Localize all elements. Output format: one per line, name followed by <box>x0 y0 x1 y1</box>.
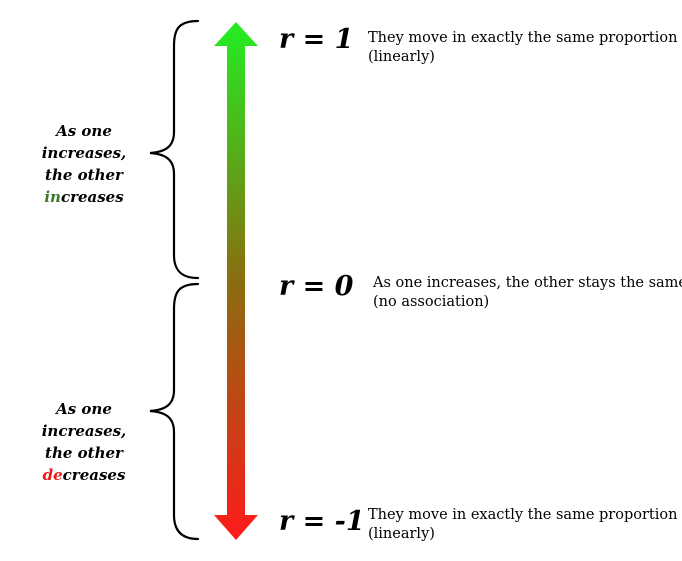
r-negative-one-label: r = -1 <box>279 506 365 537</box>
side-line: the other <box>45 166 123 184</box>
side-line: decreases <box>24 464 144 486</box>
desc-line: They move in exactly the same proportion <box>368 30 678 46</box>
desc-line: As one increases, the other stays the sa… <box>373 275 682 291</box>
desc-line: They move in exactly the same proportion <box>368 507 678 523</box>
side-line: increases, <box>41 422 127 440</box>
increases-side-label: As one increases, the other increases <box>24 120 144 208</box>
r-zero-description: As one increases, the other stays the sa… <box>373 274 682 312</box>
side-line: the other <box>45 444 123 462</box>
in-highlight: in <box>44 188 61 206</box>
side-line-rest: creases <box>60 188 124 206</box>
correlation-diagram: r = 1 r = 0 r = -1 They move in exactly … <box>0 0 682 561</box>
side-line: As one <box>56 400 112 418</box>
side-line: increases, <box>41 144 127 162</box>
de-highlight: de <box>42 466 63 484</box>
decreases-side-label: As one increases, the other decreases <box>24 398 144 486</box>
side-line-rest: creases <box>62 466 126 484</box>
side-line: As one <box>56 122 112 140</box>
side-line: increases <box>24 186 144 208</box>
r-zero-label: r = 0 <box>279 271 354 302</box>
curly-brace-lower-icon <box>149 282 200 541</box>
desc-line: (linearly) <box>368 526 435 542</box>
desc-line: (linearly) <box>368 49 435 65</box>
desc-line: (no association) <box>373 294 490 310</box>
r-positive-one-label: r = 1 <box>279 24 354 55</box>
r-positive-one-description: They move in exactly the same proportion… <box>368 29 677 67</box>
r-negative-one-description: They move in exactly the same proportion… <box>368 506 677 544</box>
curly-brace-upper-icon <box>149 19 200 280</box>
double-headed-arrow-icon <box>214 22 258 540</box>
